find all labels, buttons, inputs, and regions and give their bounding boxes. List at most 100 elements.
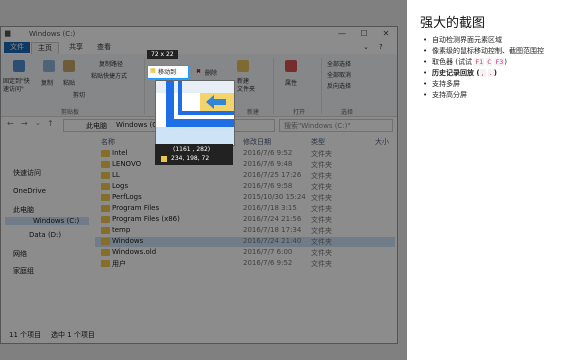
back-icon[interactable]: ← xyxy=(7,119,14,128)
file-type: 文件夹 xyxy=(311,238,332,246)
file-type: 文件夹 xyxy=(311,172,332,180)
table-row[interactable]: temp 2016/7/18 17:34 文件夹 xyxy=(95,226,395,236)
maximize-button[interactable]: ☐ xyxy=(353,27,375,41)
feature-text: 支持高分屏 xyxy=(432,91,467,99)
table-row[interactable]: LENOVO 2016/7/6 9:48 文件夹 xyxy=(95,160,395,170)
panel-title: 强大的截图 xyxy=(420,16,486,31)
nav-quick-access[interactable]: 快速访问 xyxy=(13,168,41,178)
feature-item: 自动检测界面元素区域 xyxy=(423,35,576,46)
feature-item: 支持多屏 xyxy=(423,79,576,90)
shortcut-key: F3 xyxy=(494,58,505,66)
nav-data-d[interactable]: Data (D:) xyxy=(29,231,61,239)
table-row[interactable]: LL 2016/7/25 17:26 文件夹 xyxy=(95,171,395,181)
item-count: 11 个项目 xyxy=(9,331,42,339)
capture-region[interactable]: ▦ 移动到 xyxy=(147,65,189,79)
copy-button[interactable]: 复制 xyxy=(41,78,53,87)
column-size[interactable]: 大小 xyxy=(375,137,389,147)
feature-item: 取色器 (试试 F1 C F3) xyxy=(423,57,576,68)
feature-text: 支持多屏 xyxy=(432,80,460,88)
file-name: temp xyxy=(112,226,131,234)
delete-button[interactable]: 删除 xyxy=(205,68,217,77)
new-folder-button[interactable]: 新建 文件夹 xyxy=(237,78,255,94)
table-row[interactable]: PerfLogs 2015/10/30 15:24 文件夹 xyxy=(95,193,395,203)
nav-windows-c[interactable]: Windows (C:) xyxy=(5,217,89,225)
shortcut-key: , xyxy=(479,69,486,77)
file-name: LENOVO xyxy=(112,160,142,168)
feature-suffix: ) xyxy=(504,58,507,66)
help-icon[interactable]: ? xyxy=(373,42,389,53)
feature-text: 自动检测界面元素区域 xyxy=(432,36,502,44)
feature-suffix: ) xyxy=(493,69,497,77)
status-bar: 11 个项目 选中 1 个项目 xyxy=(1,327,397,343)
table-row[interactable]: Logs 2016/7/6 9:58 文件夹 xyxy=(95,182,395,192)
screenshot-canvas[interactable]: ▆ Windows (C:) — ☐ ✕ 文件 主页 共享 查看 ⌄ ? 固定到… xyxy=(0,0,407,360)
pin-icon xyxy=(13,60,25,72)
file-explorer-window: ▆ Windows (C:) — ☐ ✕ 文件 主页 共享 查看 ⌄ ? 固定到… xyxy=(0,26,398,344)
column-name[interactable]: 名称 xyxy=(101,137,115,147)
select-none-button[interactable]: 全部取消 xyxy=(327,70,351,79)
nav-network[interactable]: 网络 xyxy=(13,249,27,259)
pixel-rgb-value: 234, 198, 72 xyxy=(171,155,210,162)
file-type: 文件夹 xyxy=(311,150,332,158)
feature-item: 支持高分屏 xyxy=(423,90,576,101)
properties-button[interactable]: 属性 xyxy=(285,78,297,87)
search-placeholder: 搜索"Windows (C:)" xyxy=(284,122,351,130)
paste-button[interactable]: 粘贴 xyxy=(63,78,75,87)
table-row[interactable]: Program Files 2016/7/18 3:15 文件夹 xyxy=(95,204,395,214)
table-row[interactable]: Intel 2016/7/6 9:52 文件夹 xyxy=(95,149,395,159)
recent-icon[interactable]: ⌄ xyxy=(35,119,41,127)
magnified-pixels xyxy=(156,81,234,145)
up-icon[interactable]: ↑ xyxy=(47,119,54,128)
file-type: 文件夹 xyxy=(311,249,332,257)
folder-icon xyxy=(101,161,110,168)
file-name: Windows.old xyxy=(112,248,157,256)
folder-icon xyxy=(101,194,110,201)
folder-icon xyxy=(101,150,110,157)
cut-button[interactable]: 剪切 xyxy=(73,90,85,99)
folder-icon xyxy=(101,238,110,245)
folder-icon xyxy=(101,227,110,234)
magnifier-preview xyxy=(155,80,235,146)
paste-icon xyxy=(63,60,75,72)
folder-icon xyxy=(101,183,110,190)
file-name: Program Files xyxy=(112,204,160,212)
folder-icon xyxy=(101,216,110,223)
tab-view[interactable]: 查看 xyxy=(91,42,117,53)
search-input[interactable]: 搜索"Windows (C:)" xyxy=(279,119,393,132)
minimize-button[interactable]: — xyxy=(331,27,353,41)
nav-onedrive[interactable]: OneDrive xyxy=(13,187,46,195)
delete-icon: ✖ xyxy=(196,68,202,75)
close-button[interactable]: ✕ xyxy=(375,27,397,41)
nav-this-pc[interactable]: 此电脑 xyxy=(13,205,34,215)
file-name: LL xyxy=(112,171,120,179)
tab-share[interactable]: 共享 xyxy=(63,42,89,53)
nav-homegroup[interactable]: 家庭组 xyxy=(13,266,34,276)
file-date: 2016/7/24 21:56 xyxy=(243,215,302,223)
shortcut-key: F1 xyxy=(474,58,485,66)
file-name: Program Files (x86) xyxy=(112,215,180,223)
breadcrumb-this-pc[interactable]: 此电脑 xyxy=(86,121,107,131)
table-row[interactable]: Program Files (x86) 2016/7/24 21:56 文件夹 xyxy=(95,215,395,225)
file-type: 文件夹 xyxy=(311,260,332,268)
table-row[interactable]: Windows.old 2016/7/7 6:00 文件夹 xyxy=(95,248,395,258)
column-date[interactable]: 修改日期 xyxy=(243,137,271,147)
table-row[interactable]: 用户 2016/7/6 9:52 文件夹 xyxy=(95,259,395,269)
copy-path-button[interactable]: 复制路径 xyxy=(99,59,123,68)
selected-count: 选中 1 个项目 xyxy=(51,331,95,339)
select-all-button[interactable]: 全部选择 xyxy=(327,59,351,68)
tab-home[interactable]: 主页 xyxy=(31,42,59,54)
feature-list: 自动检测界面元素区域像素级的鼠标移动控制、截图范围控取色器 (试试 F1 C F… xyxy=(423,35,576,101)
file-date: 2016/7/25 17:26 xyxy=(243,171,302,179)
pin-quick-access-button[interactable]: 固定到"快 速访问" xyxy=(3,78,30,94)
file-date: 2016/7/6 9:58 xyxy=(243,182,293,190)
table-row[interactable]: Windows 2016/7/24 21:40 文件夹 xyxy=(95,237,395,247)
file-date: 2016/7/6 9:52 xyxy=(243,259,293,267)
file-name: Windows xyxy=(112,237,144,245)
paste-shortcut-button[interactable]: 粘贴快捷方式 xyxy=(91,71,127,80)
column-type[interactable]: 类型 xyxy=(311,137,325,147)
tab-file[interactable]: 文件 xyxy=(4,42,30,53)
group-select: 选择 xyxy=(341,109,354,116)
forward-icon[interactable]: → xyxy=(21,119,28,128)
file-date: 2016/7/7 6:00 xyxy=(243,248,293,256)
invert-selection-button[interactable]: 反向选择 xyxy=(327,81,351,90)
